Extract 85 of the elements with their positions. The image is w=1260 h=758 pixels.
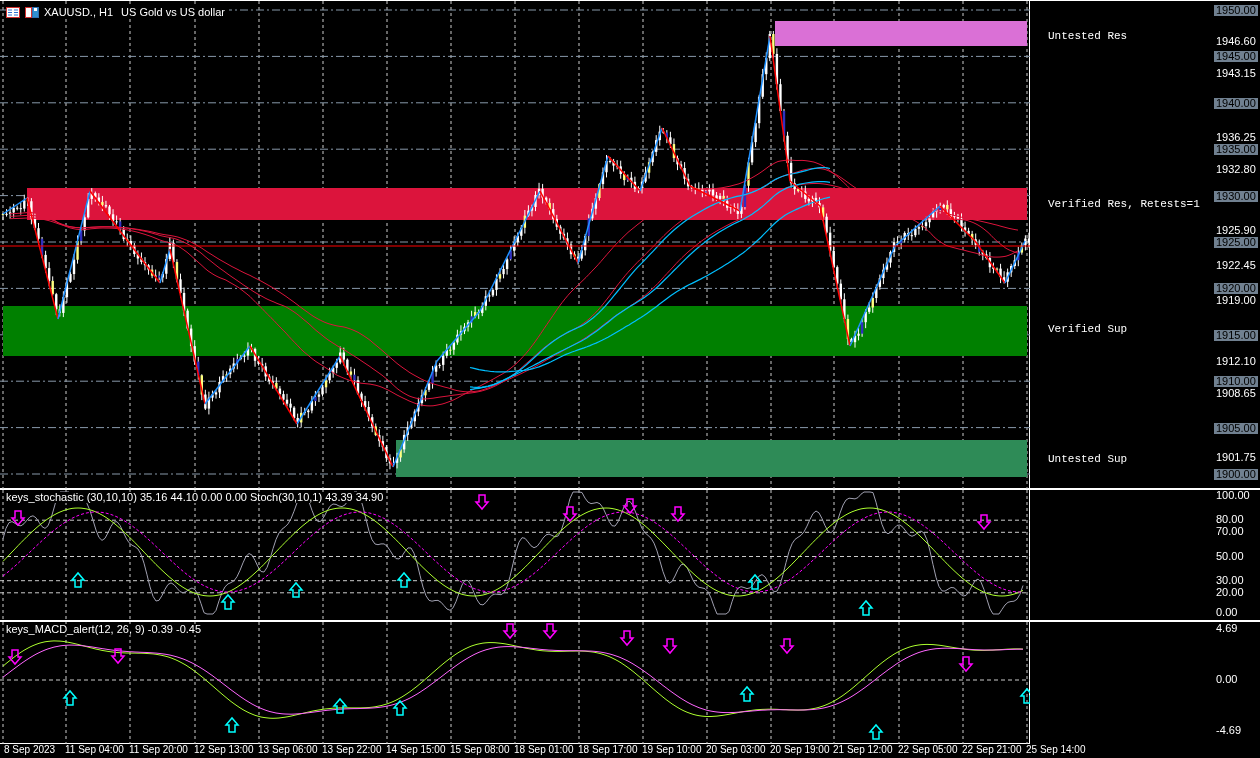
- time-axis-label: 20 Sep 03:00: [706, 745, 766, 755]
- up-arrow-icon: [858, 599, 874, 616]
- up-arrow-icon: [220, 593, 236, 610]
- time-axis-label: 18 Sep 17:00: [578, 745, 638, 755]
- oscillator-axis-label: 30.00: [1216, 574, 1244, 586]
- price-grid-label: 1915.00: [1214, 329, 1258, 341]
- price-grid-label: 1920.00: [1214, 283, 1258, 295]
- price-label: 1946.60: [1216, 35, 1256, 47]
- up-arrow-icon: [396, 571, 412, 588]
- time-axis-label: 13 Sep 22:00: [322, 745, 382, 755]
- price-grid-label: 1935.00: [1214, 144, 1258, 156]
- down-arrow-icon: [10, 510, 26, 527]
- down-arrow-icon: [958, 656, 974, 673]
- oscillator-axis-label: 4.69: [1216, 623, 1238, 635]
- down-arrow-icon: [562, 506, 578, 523]
- down-arrow-icon: [662, 638, 678, 655]
- oscillator-axis-label: 70.00: [1216, 526, 1244, 538]
- price-grid-label: 1930.00: [1214, 190, 1258, 202]
- down-arrow-icon: [542, 623, 558, 640]
- time-axis-label: 13 Sep 06:00: [258, 745, 318, 755]
- time-axis-label: 12 Sep 13:00: [194, 745, 254, 755]
- price-label: 1908.65: [1216, 387, 1256, 399]
- down-arrow-icon: [502, 623, 518, 640]
- time-axis-label: 8 Sep 2023: [4, 745, 56, 755]
- price-grid-label: 1905.00: [1214, 422, 1258, 434]
- oscillator-axis-label: 80.00: [1216, 514, 1244, 526]
- time-axis-label: 20 Sep 19:00: [770, 745, 830, 755]
- price-label: 1912.10: [1216, 355, 1256, 367]
- zone-label: Verified Sup: [1048, 324, 1128, 335]
- price-label: 1901.75: [1216, 451, 1256, 463]
- down-arrow-icon: [976, 514, 992, 531]
- down-arrow-icon: [779, 638, 795, 655]
- chart-symbol: XAUUSD., H1: [44, 7, 114, 18]
- up-arrow-icon: [62, 689, 78, 706]
- floppy-disk-icon[interactable]: [25, 7, 39, 18]
- price-label: 1932.80: [1216, 163, 1256, 175]
- oscillator-axis-label: 20.00: [1216, 586, 1244, 598]
- time-axis-label: 11 Sep 20:00: [129, 745, 188, 755]
- up-arrow-icon: [868, 723, 884, 740]
- oscillator-axis-label: 50.00: [1216, 550, 1244, 562]
- price-label: 1922.45: [1216, 259, 1256, 271]
- up-arrow-icon: [332, 697, 348, 714]
- oscillator-axis-label: 0.00: [1216, 607, 1238, 618]
- up-arrow-icon: [70, 571, 86, 588]
- down-arrow-icon: [670, 506, 686, 523]
- time-axis-label: 21 Sep 12:00: [833, 745, 893, 755]
- up-arrow-icon: [739, 685, 755, 702]
- price-grid-label: 1900.00: [1214, 469, 1258, 480]
- price-label: 1925.90: [1216, 225, 1256, 236]
- up-arrow-icon: [392, 699, 408, 716]
- price-label: 1919.00: [1216, 295, 1256, 307]
- down-arrow-icon: [7, 649, 23, 666]
- oscillator-axis-label: -4.69: [1216, 724, 1242, 736]
- zone-label: Verified Res, Retests=1: [1048, 199, 1200, 210]
- time-axis-label: 25 Sep 14:00: [1026, 745, 1086, 755]
- down-arrow-icon: [622, 498, 638, 515]
- price-grid-label: 1945.00: [1214, 51, 1258, 63]
- time-axis-label: 19 Sep 10:00: [642, 745, 702, 755]
- down-arrow-icon: [474, 494, 490, 511]
- price-grid-label: 1925.00: [1214, 237, 1258, 248]
- down-arrow-icon: [619, 630, 635, 647]
- price-grid-label: 1950.00: [1214, 5, 1258, 16]
- up-arrow-icon: [224, 716, 240, 733]
- time-axis-label: 22 Sep 05:00: [898, 745, 958, 755]
- time-axis-label: 18 Sep 01:00: [514, 745, 574, 755]
- table-icon[interactable]: [6, 7, 20, 18]
- price-label: 1936.25: [1216, 132, 1256, 144]
- time-axis-label: 22 Sep 21:00: [962, 745, 1022, 755]
- down-arrow-icon: [110, 648, 126, 665]
- up-arrow-icon: [747, 573, 763, 590]
- price-grid-label: 1910.00: [1214, 376, 1258, 388]
- oscillator-axis-label: 0.00: [1216, 674, 1238, 685]
- indicator-legend: keys_MACD_alert(12, 26, 9) -0.39 -0.45: [6, 624, 202, 635]
- price-label: 1943.15: [1216, 67, 1256, 79]
- zone-label: Untested Sup: [1048, 454, 1128, 465]
- price-grid-label: 1940.00: [1214, 97, 1258, 109]
- time-axis-label: 15 Sep 08:00: [450, 745, 510, 755]
- chart-description: US Gold vs US dollar: [121, 7, 225, 18]
- time-axis-label: 11 Sep 04:00: [65, 745, 124, 755]
- indicator-legend: keys_stochastic (30,10,10) 35.16 44.10 0.00 0.00 Stoch(30,10,1) 43.39 34.90: [6, 492, 384, 503]
- oscillator-axis-label: 100.00: [1216, 490, 1250, 501]
- zone-label: Untested Res: [1048, 31, 1128, 42]
- up-arrow-icon: [288, 581, 304, 598]
- up-arrow-icon: [1019, 687, 1030, 704]
- time-axis-label: 14 Sep 15:00: [386, 745, 446, 755]
